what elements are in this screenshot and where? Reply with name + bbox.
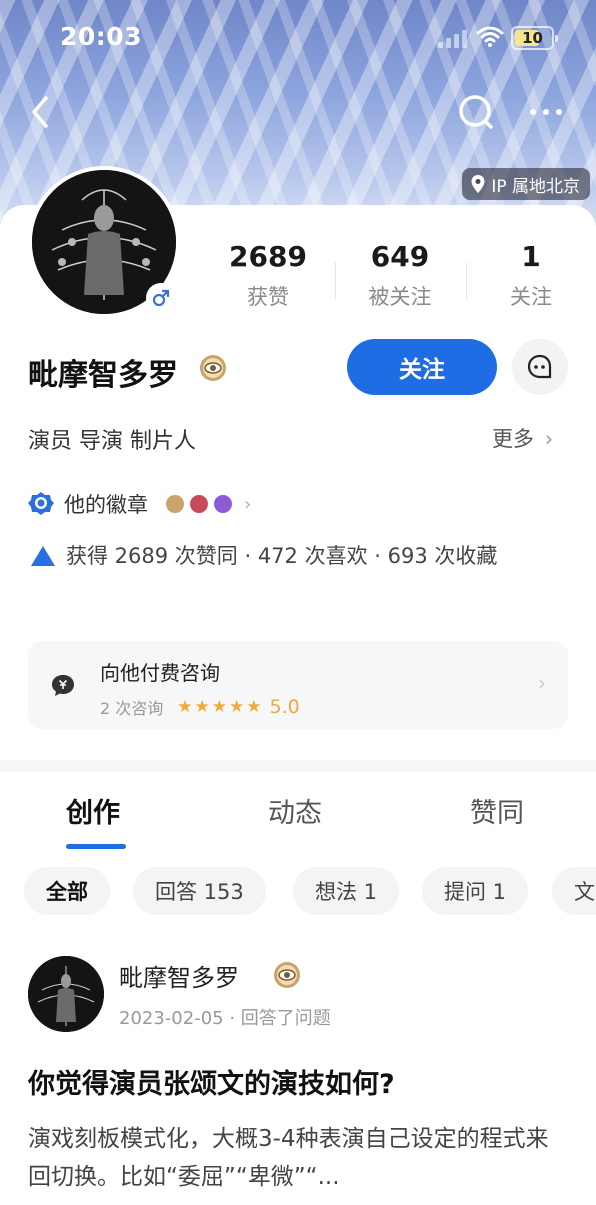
badges-row[interactable]: 他的徽章 ›	[28, 488, 251, 520]
chevron-right-icon: ›	[538, 671, 546, 695]
stat-following-value: 1	[521, 240, 541, 273]
badge-list	[164, 493, 234, 515]
chip-questions[interactable]: 提问 1	[422, 867, 529, 915]
chip-thoughts[interactable]: 想法 1	[293, 867, 400, 915]
upvote-triangle-icon	[31, 546, 55, 566]
yuan-chat-icon	[52, 675, 74, 696]
star-rating-icon: ★★★★★	[177, 697, 264, 717]
cellular-signal-icon	[438, 28, 468, 48]
stat-likes-value: 2689	[229, 240, 307, 273]
active-tab-indicator	[66, 844, 126, 849]
rating-value: 5.0	[269, 696, 300, 718]
red-badge-icon	[188, 493, 210, 515]
post-action: 回答了问题	[240, 1008, 331, 1029]
post-author-name[interactable]: 毗摩智多罗	[119, 958, 239, 993]
location-pin-icon	[471, 175, 485, 193]
ip-location-badge: IP 属地北京	[462, 168, 590, 200]
stat-followers-label: 被关注	[368, 285, 432, 309]
chat-bubble-icon	[527, 354, 552, 379]
profile-roles: 演员 导演 制片人	[28, 429, 196, 454]
tab-activity[interactable]: 动态	[268, 791, 322, 830]
more-dots-icon[interactable]	[528, 100, 564, 124]
stat-followers[interactable]: 649 被关注	[335, 240, 465, 311]
wifi-icon	[476, 26, 504, 47]
chip-articles[interactable]: 文	[552, 867, 596, 915]
achievements-summary: 获得 2689 次赞同 · 472 次喜欢 · 693 次收藏	[66, 544, 498, 568]
post-meta: 2023-02-05 · 回答了问题	[119, 1004, 331, 1030]
follow-button[interactable]: 关注	[347, 339, 497, 395]
stat-following[interactable]: 1 关注	[466, 240, 596, 311]
tab-upvotes[interactable]: 赞同	[470, 791, 524, 830]
chevron-right-icon: ›	[544, 427, 554, 451]
eye-badge-icon[interactable]	[199, 354, 227, 382]
chip-all[interactable]: 全部	[24, 867, 110, 915]
male-gender-icon	[146, 283, 176, 313]
separator-dot: ·	[229, 1008, 241, 1029]
paid-consult-card[interactable]: 向他付费咨询 2 次咨询 ★★★★★ 5.0 ›	[28, 641, 568, 729]
battery-level: 10	[522, 29, 543, 47]
post-excerpt[interactable]: 演戏刻板模式化，大概3-4种表演自己设定的程式来回切换。比如“委屈”“卑微”“.…	[28, 1120, 568, 1196]
avatar-image	[28, 956, 104, 1032]
post-title[interactable]: 你觉得演员张颂文的演技如何?	[28, 1062, 395, 1101]
consult-count: 2 次咨询	[100, 699, 164, 718]
post-author-avatar[interactable]	[28, 956, 104, 1032]
ip-location-label: IP 属地北京	[491, 176, 580, 197]
stat-followers-value: 649	[370, 240, 430, 273]
chevron-right-icon: ›	[244, 493, 252, 515]
profile-name: 毗摩智多罗	[28, 358, 178, 393]
status-bar: 20:03 10	[0, 0, 596, 76]
section-divider	[0, 760, 596, 772]
message-button[interactable]	[512, 339, 568, 395]
tab-creations[interactable]: 创作	[66, 791, 120, 830]
post-date: 2023-02-05	[119, 1008, 224, 1029]
more-link[interactable]: 更多 ›	[492, 423, 553, 453]
battery-indicator: 10	[511, 26, 558, 50]
eye-badge-icon	[164, 493, 186, 515]
chip-answers[interactable]: 回答 153	[133, 867, 266, 915]
consult-info: 2 次咨询 ★★★★★ 5.0	[100, 695, 300, 719]
search-icon[interactable]	[456, 92, 496, 132]
badges-label: 他的徽章	[64, 493, 148, 517]
back-arrow-icon[interactable]	[26, 92, 56, 132]
stat-following-label: 关注	[510, 285, 552, 309]
stat-likes[interactable]: 2689 获赞	[203, 240, 333, 311]
status-time: 20:03	[60, 22, 143, 51]
stat-likes-label: 获赞	[247, 285, 289, 309]
purple-badge-icon	[212, 493, 234, 515]
more-label: 更多	[492, 427, 534, 451]
consult-title: 向他付费咨询	[100, 661, 220, 685]
eye-badge-icon	[274, 962, 300, 988]
medal-icon	[28, 492, 54, 515]
